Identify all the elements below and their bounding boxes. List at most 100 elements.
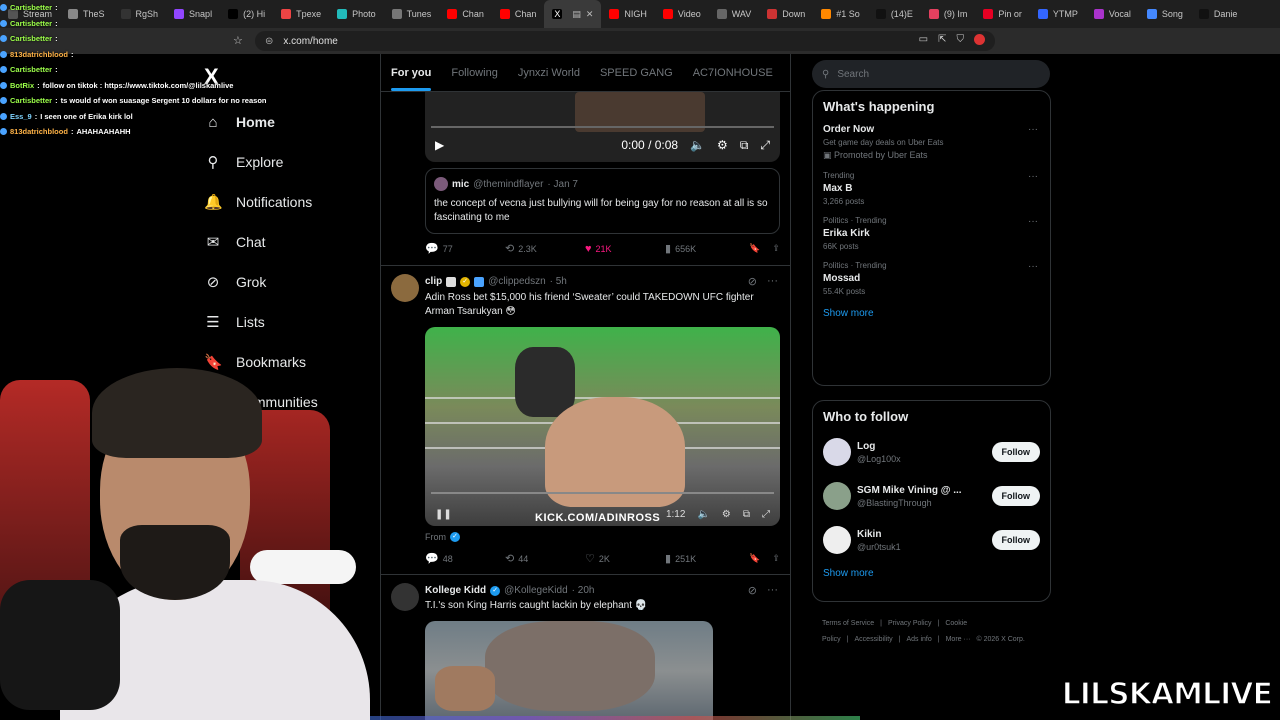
browser-tab[interactable]: Song: [1139, 0, 1191, 28]
footer-link[interactable]: © 2026 X Corp.: [976, 636, 1024, 643]
quote-author-handle[interactable]: @themindflayer: [473, 179, 543, 190]
follow-button[interactable]: Follow: [991, 442, 1040, 462]
avatar[interactable]: [823, 438, 851, 466]
trend-item[interactable]: Politics · Trending Erika Kirk 66K posts ··…: [823, 216, 1040, 251]
search-input[interactable]: ⚲ Search: [812, 60, 1050, 88]
show-more-link[interactable]: Show more: [823, 568, 1040, 579]
share-icon[interactable]: ⇪: [772, 553, 780, 564]
repost-button[interactable]: ⟲ 44: [505, 552, 585, 565]
post-author-handle[interactable]: @KollegeKidd: [504, 585, 568, 596]
volume-icon[interactable]: 🔈: [690, 138, 705, 152]
settings-gear-icon[interactable]: ⚙: [722, 509, 731, 520]
reply-button[interactable]: 💬 77: [425, 242, 505, 255]
settings-gear-icon[interactable]: ⚙: [717, 138, 728, 152]
nav-item-search[interactable]: ⚲ Explore: [204, 142, 318, 182]
share-icon[interactable]: ⇱: [938, 34, 946, 45]
pip-icon[interactable]: ⧉: [743, 509, 750, 520]
share-icon[interactable]: ⇪: [772, 243, 780, 254]
bookmark-icon[interactable]: 🔖: [749, 553, 760, 564]
feed-tab[interactable]: For you: [381, 54, 441, 91]
show-more-link[interactable]: Show more: [823, 308, 1040, 319]
browser-tab[interactable]: Down: [759, 0, 813, 28]
browser-tab[interactable]: Pin or: [975, 0, 1030, 28]
feed-tab[interactable]: SPEED GANG: [590, 54, 683, 91]
follow-suggestion[interactable]: Kikin @ur0tsuk1 Follow: [823, 524, 1040, 556]
footer-link[interactable]: More ···: [946, 636, 971, 643]
bookmark-icon[interactable]: 🔖: [749, 243, 760, 254]
cast-icon[interactable]: ▭: [919, 34, 928, 45]
avatar[interactable]: [823, 482, 851, 510]
post-author-handle[interactable]: @clippedszn: [488, 276, 545, 287]
post-author-name[interactable]: clip: [425, 276, 442, 287]
browser-tab[interactable]: #1 So: [813, 0, 868, 28]
fullscreen-icon[interactable]: ⤢: [762, 509, 770, 520]
trend-item[interactable]: Trending Max B 3,266 posts ···: [823, 171, 1040, 206]
nav-item-bell[interactable]: 🔔 Notifications: [204, 182, 318, 222]
repost-button[interactable]: ⟲ 2.3K: [505, 242, 585, 255]
browser-tab[interactable]: WAV: [709, 0, 760, 28]
suggestion-name[interactable]: Log: [857, 441, 986, 452]
tab-mute-icon[interactable]: ▤: [572, 9, 581, 20]
follow-button[interactable]: Follow: [991, 530, 1040, 550]
tab-close-icon[interactable]: ✕: [586, 9, 594, 20]
grok-icon[interactable]: ⊘: [748, 275, 757, 288]
post-author-name[interactable]: Kollege Kidd: [425, 585, 486, 596]
more-icon[interactable]: ···: [767, 275, 778, 288]
pause-icon[interactable]: ❚❚: [435, 509, 452, 520]
avatar[interactable]: [391, 583, 419, 611]
nav-item-grok[interactable]: ⊘ Grok: [204, 262, 318, 302]
avatar[interactable]: [391, 274, 419, 302]
more-icon[interactable]: ···: [1028, 124, 1038, 135]
like-button[interactable]: ♡ 2K: [585, 552, 665, 565]
footer-link[interactable]: Ads info: [906, 636, 931, 643]
footer-link[interactable]: Privacy Policy: [888, 620, 932, 627]
post-image[interactable]: [425, 621, 713, 720]
browser-tab[interactable]: X ▤ ✕: [544, 0, 602, 28]
video-progress-bar[interactable]: [431, 492, 774, 494]
nav-item-list[interactable]: ☰ Lists: [204, 302, 318, 342]
record-icon[interactable]: [974, 34, 985, 45]
quoted-post[interactable]: mic @themindflayer · Jan 7 the concept o…: [425, 168, 780, 234]
browser-tab[interactable]: Tunes: [384, 0, 440, 28]
nav-item-mail[interactable]: ✉ Chat: [204, 222, 318, 262]
post-video[interactable]: ❚❚ 1:12 🔈 ⚙ ⧉ ⤢ KICK.COM/ADINROSS: [425, 327, 780, 526]
fullscreen-icon[interactable]: ⤢: [760, 138, 770, 153]
browser-tab[interactable]: Vocal: [1086, 0, 1139, 28]
follow-suggestion[interactable]: Log @Log100x Follow: [823, 436, 1040, 468]
feed-tab[interactable]: Following: [441, 54, 507, 91]
more-icon[interactable]: ···: [1028, 171, 1038, 182]
suggestion-name[interactable]: SGM Mike Vining @ ...: [857, 485, 986, 496]
trend-item[interactable]: Politics · Trending Mossad 55.4K posts ···: [823, 261, 1040, 296]
browser-tab[interactable]: YTMP: [1030, 0, 1086, 28]
like-button[interactable]: ♥ 21K: [585, 243, 665, 255]
feed-tab[interactable]: AC7IONHOUSE: [683, 54, 783, 91]
more-icon[interactable]: ···: [767, 584, 778, 597]
browser-tab[interactable]: Danie: [1191, 0, 1246, 28]
volume-icon[interactable]: 🔈: [697, 509, 709, 520]
feed-tab[interactable]: Jynxzi World: [508, 54, 590, 91]
suggestion-name[interactable]: Kikin: [857, 529, 986, 540]
follow-suggestion[interactable]: SGM Mike Vining @ ... @BlastingThrough Fol…: [823, 480, 1040, 512]
browser-tab[interactable]: Photo: [329, 0, 384, 28]
follow-button[interactable]: Follow: [991, 486, 1040, 506]
post-button-partial[interactable]: [250, 550, 356, 584]
feed-tab[interactable]: Bi: [783, 54, 790, 91]
video-player-top[interactable]: ▶ 0:00 / 0:08 🔈 ⚙ ⧉ ⤢: [425, 92, 780, 162]
trend-item[interactable]: Order Now Get game day deals on Uber Eats…: [823, 124, 1040, 161]
browser-tab[interactable]: Chan: [439, 0, 492, 28]
footer-link[interactable]: Accessibility: [855, 636, 893, 643]
address-bar[interactable]: ☆ ⊜ x.com/home ▭ ⇱ ⛉: [233, 31, 995, 51]
browser-tab[interactable]: (9) Im: [921, 0, 976, 28]
quote-author-name[interactable]: mic: [452, 179, 469, 190]
footer-link[interactable]: Terms of Service: [822, 620, 874, 627]
views-button[interactable]: ▮ 251K: [665, 552, 745, 565]
browser-tab[interactable]: NIGH: [601, 0, 655, 28]
more-icon[interactable]: ···: [1028, 261, 1038, 272]
more-icon[interactable]: ···: [1028, 216, 1038, 227]
browser-tab[interactable]: (14)E: [868, 0, 921, 28]
grok-icon[interactable]: ⊘: [748, 584, 757, 597]
avatar[interactable]: [823, 526, 851, 554]
extension-shield-icon[interactable]: ⛉: [957, 34, 965, 45]
reply-button[interactable]: 💬 48: [425, 552, 505, 565]
browser-tab[interactable]: Video: [655, 0, 709, 28]
